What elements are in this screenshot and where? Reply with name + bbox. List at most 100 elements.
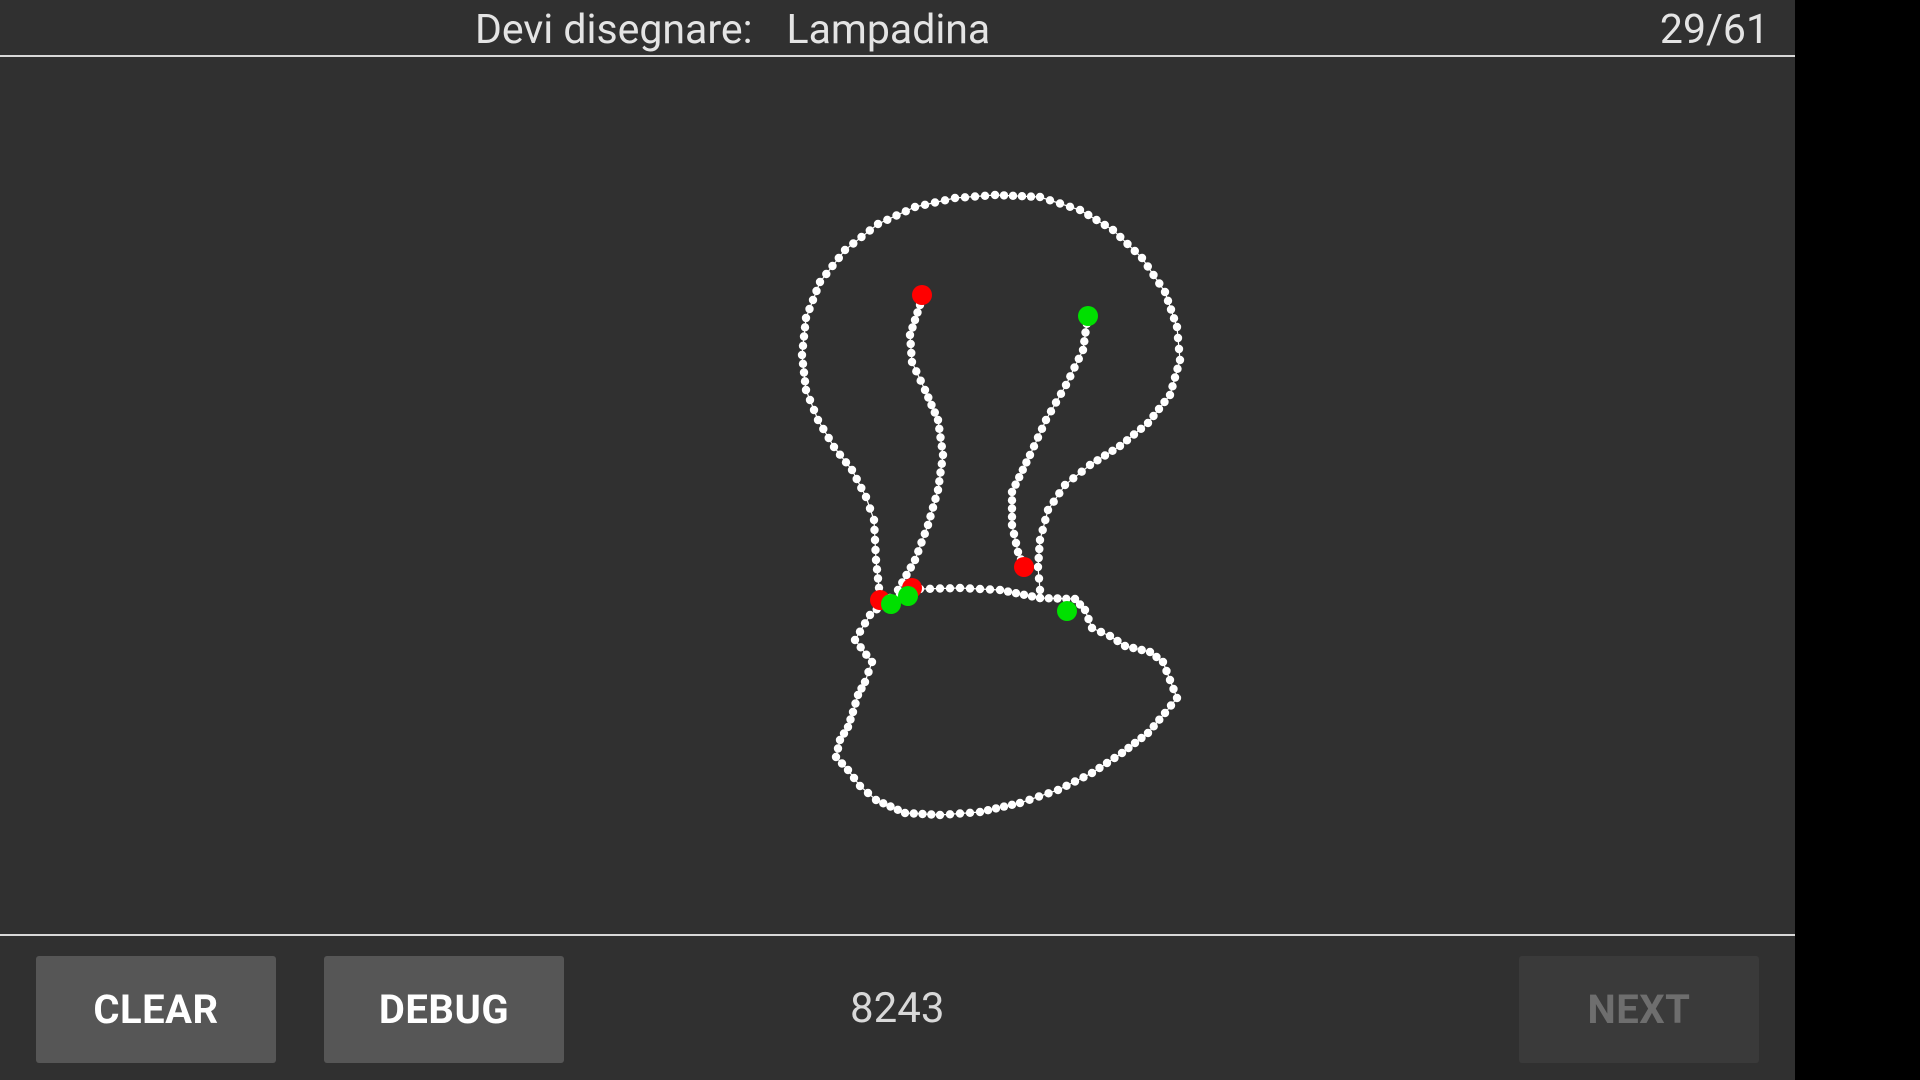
stroke-point [798,359,808,368]
stroke-point [1168,382,1177,391]
stroke-point [906,339,915,349]
stroke-point [1007,496,1017,505]
screen-edge [1795,0,1920,1080]
stroke-point [865,610,875,620]
stroke-point [800,377,810,386]
stroke-point [1174,344,1184,354]
stroke-point [1069,474,1078,483]
stroke-point [1034,574,1044,583]
stroke-point [863,788,873,798]
stroke-point [1027,592,1037,601]
stroke-point [809,405,819,415]
stroke-point [975,807,985,817]
sketch-svg [797,190,1185,820]
stroke-point [846,715,855,724]
stroke-point [1115,441,1125,451]
stroke-point [960,193,970,202]
stroke-start-marker [1057,601,1077,621]
stroke-point [847,465,857,475]
left-filament-stroke-line [897,304,944,591]
next-button[interactable]: NEXT [1519,956,1759,1063]
stroke-end-marker [1014,557,1034,577]
stroke-point [1116,232,1125,242]
debug-button[interactable]: DEBUG [324,956,564,1063]
stroke-markers [870,285,1098,621]
stroke-point [950,193,960,203]
stroke-point [892,211,901,220]
stroke-point [920,200,930,209]
stroke-point [1051,398,1061,407]
stroke-point [1011,589,1021,598]
stroke-point [805,304,814,314]
stroke-point [927,810,936,819]
stroke-point [801,313,811,323]
stroke-point [860,619,870,628]
stroke-point [824,433,833,443]
stroke-point [870,525,879,535]
drawing-canvas[interactable] [0,57,1795,934]
stroke-point [1044,594,1054,603]
stroke-point [1007,504,1017,513]
stroke-point [805,395,815,405]
stroke-point [1158,657,1168,667]
stroke-point [1102,758,1112,768]
stroke-point [1035,585,1045,595]
stroke-point [931,494,940,503]
right-filament-stroke-line [1011,314,1089,568]
stroke-point [1173,364,1182,373]
stroke-point [1078,345,1088,355]
stroke-point [1087,768,1097,778]
stroke-point [1029,442,1039,451]
stroke-point [985,585,995,594]
stroke-point [909,809,918,818]
stroke-point [1017,192,1027,201]
stroke-point [1129,643,1138,653]
stroke-point [1007,512,1017,521]
stroke-point [1108,225,1118,235]
stroke-point [848,707,858,717]
stroke-point [1025,795,1034,804]
stroke-start-marker [898,586,918,606]
stroke-point [1093,456,1102,465]
stroke-point [798,341,808,350]
bulb-outline-stroke [797,190,1185,602]
stroke-point [912,367,921,376]
stroke-point [873,219,883,229]
stroke-point [1026,192,1036,201]
stroke-point [1008,191,1018,200]
stroke-point [1035,593,1045,603]
progress-counter: 29/61 [1659,6,1769,54]
stroke-point [936,433,945,442]
stroke-end-marker [912,285,932,305]
stroke-point [835,450,845,459]
stroke-point [1117,748,1127,758]
clear-button[interactable]: CLEAR [36,956,276,1063]
stroke-point [1087,623,1097,633]
stroke-point [990,190,1000,200]
stroke-point [1170,373,1180,382]
drawing-prompt: Devi disegnare: Lampadina [475,5,990,55]
stroke-point [926,512,935,521]
left-filament-stroke [893,300,948,595]
stroke-point [871,555,881,565]
stroke-point [937,459,946,468]
stroke-point [864,667,873,677]
stroke-point [865,226,874,235]
stroke-point [1041,415,1051,425]
stroke-point [925,584,935,593]
stroke-point [935,810,945,820]
stroke-point [812,286,821,296]
stroke-start-marker [1078,306,1098,326]
stroke-point [910,315,920,325]
stroke-point [855,627,865,636]
stroke-point [1172,322,1182,332]
stroke-point [936,468,945,477]
stroke-point [1034,553,1043,563]
stroke-point [815,277,825,287]
stroke-point [1160,397,1169,407]
stroke-point [822,269,831,279]
stroke-point [1163,296,1173,305]
stroke-point [924,393,933,402]
app-window: Devi disegnare: Lampadina 29/61 CLEAR DEB… [0,0,1795,1080]
stroke-point [1100,220,1110,230]
